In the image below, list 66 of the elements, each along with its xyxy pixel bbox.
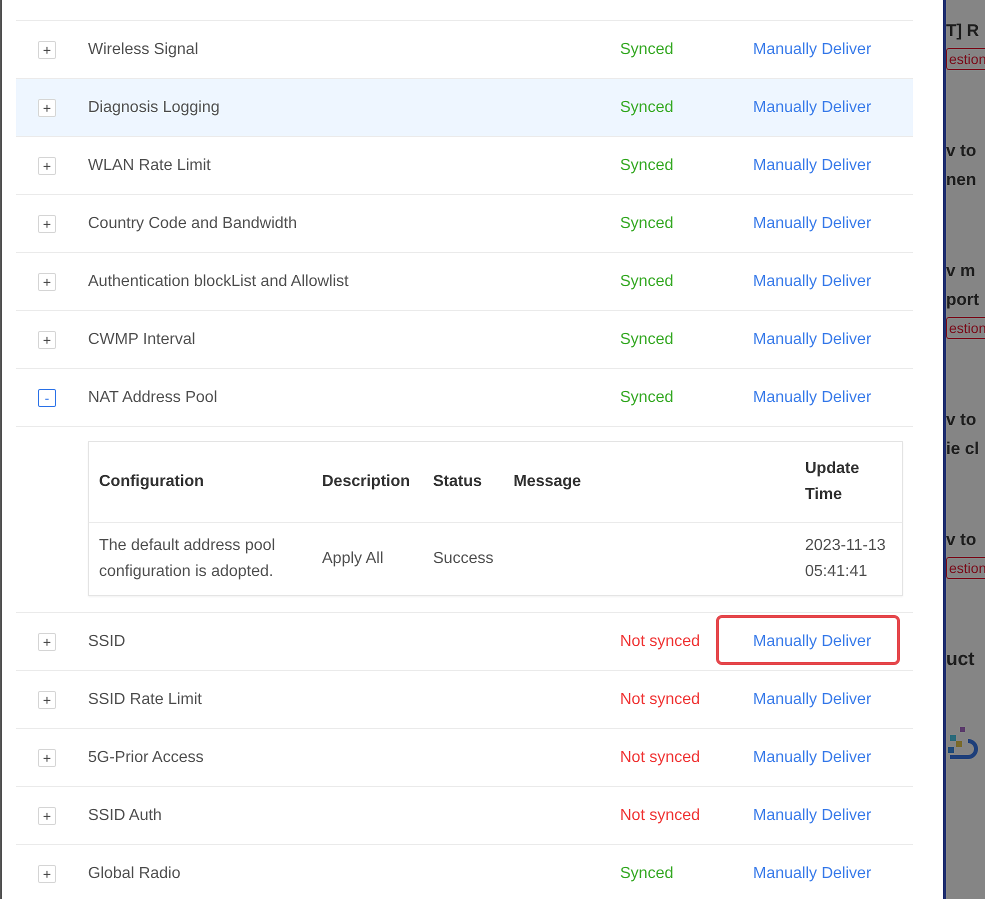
expand-button[interactable]: + xyxy=(38,40,56,58)
article-title: v m xyxy=(946,260,976,282)
article-title: port xyxy=(946,289,980,311)
table-cell: The default address pool configuration is adopted. xyxy=(89,522,312,595)
expand-button[interactable]: + xyxy=(38,864,56,882)
manually-deliver-link[interactable]: Manually Deliver xyxy=(753,40,872,58)
sync-status: Synced xyxy=(620,330,674,348)
expand-button[interactable]: + xyxy=(38,330,56,348)
config-name: CWMP Interval xyxy=(88,330,196,348)
manually-deliver-link[interactable]: Manually Deliver xyxy=(753,864,872,882)
sync-status: Not synced xyxy=(620,806,700,824)
manually-deliver-link[interactable]: Manually Deliver xyxy=(753,748,872,766)
manually-deliver-link[interactable]: Manually Deliver xyxy=(753,272,872,290)
column-header: Update Time xyxy=(795,442,902,522)
manually-deliver-link[interactable]: Manually Deliver xyxy=(753,806,872,824)
sync-status: Synced xyxy=(620,272,674,290)
sync-status: Not synced xyxy=(620,632,700,650)
article-title: ie cl xyxy=(946,438,980,460)
expand-button[interactable]: + xyxy=(38,156,56,174)
sync-status: Synced xyxy=(620,40,674,58)
expand-button[interactable]: + xyxy=(38,632,56,650)
sync-status: Not synced xyxy=(620,690,700,708)
expand-button[interactable]: + xyxy=(38,748,56,766)
article-title: nen xyxy=(946,169,978,191)
manually-deliver-link[interactable]: Manually Deliver xyxy=(753,214,872,232)
config-name: Diagnosis Logging xyxy=(88,98,221,116)
config-name: Global Radio xyxy=(88,864,182,882)
config-name: WLAN Rate Limit xyxy=(88,156,212,174)
expand-button[interactable]: + xyxy=(38,214,56,232)
manually-deliver-link[interactable]: Manually Deliver xyxy=(753,632,872,650)
column-header: Status xyxy=(423,442,504,522)
config-name: SSID xyxy=(88,632,126,650)
article-title: v to xyxy=(946,140,978,162)
expand-button[interactable]: + xyxy=(38,690,56,708)
table-cell: 2023-11-13 05:41:41 xyxy=(795,522,902,595)
table-cell: Apply All xyxy=(312,522,423,595)
manually-deliver-link[interactable]: Manually Deliver xyxy=(753,156,872,174)
collapse-button[interactable]: - xyxy=(38,388,56,406)
article-title: v to xyxy=(946,409,978,431)
article-title: v to xyxy=(946,529,978,551)
sync-status: Not synced xyxy=(620,748,700,766)
config-name: SSID Auth xyxy=(88,806,163,824)
table-cell: Success xyxy=(423,522,504,595)
config-name: Authentication blockList and Allowlist xyxy=(88,272,350,290)
manually-deliver-link[interactable]: Manually Deliver xyxy=(753,330,872,348)
expand-button[interactable]: + xyxy=(38,272,56,290)
manually-deliver-link[interactable]: Manually Deliver xyxy=(753,388,872,406)
article-title: uct xyxy=(946,648,976,672)
column-header: Message xyxy=(503,442,795,522)
config-name: NAT Address Pool xyxy=(88,388,218,406)
sync-status: Synced xyxy=(620,214,674,232)
config-name: 5G-Prior Access xyxy=(88,748,205,766)
config-name: Wireless Signal xyxy=(88,40,200,58)
column-header: Description xyxy=(312,442,423,522)
expand-button[interactable]: + xyxy=(38,98,56,116)
sync-status: Synced xyxy=(620,864,674,882)
config-name: SSID Rate Limit xyxy=(88,690,203,708)
sync-status: Synced xyxy=(620,156,674,174)
article-title: T] R xyxy=(946,20,980,42)
column-header: Configuration xyxy=(89,442,312,522)
sync-status: Synced xyxy=(620,98,674,116)
manually-deliver-link[interactable]: Manually Deliver xyxy=(753,98,872,116)
expand-button[interactable]: + xyxy=(38,806,56,824)
config-name: Country Code and Bandwidth xyxy=(88,214,298,232)
manually-deliver-link[interactable]: Manually Deliver xyxy=(753,690,872,708)
sync-status: Synced xyxy=(620,388,674,406)
